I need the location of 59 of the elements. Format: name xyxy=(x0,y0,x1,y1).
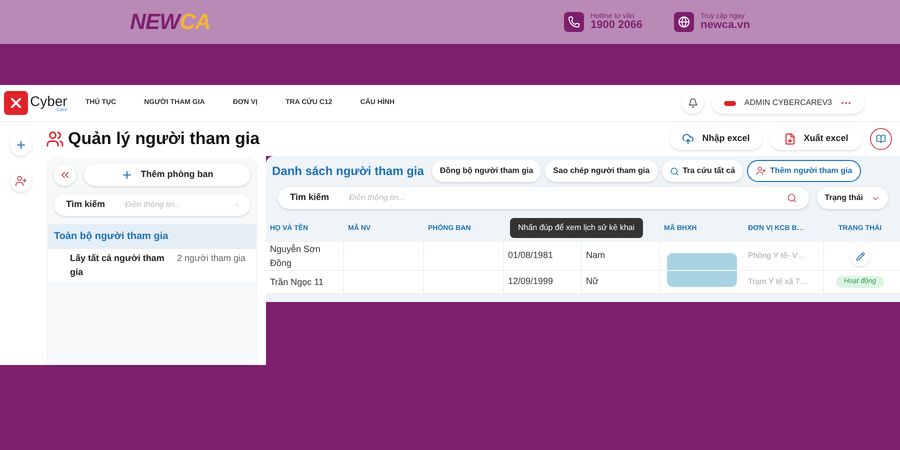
users-icon xyxy=(46,130,64,148)
phone-icon xyxy=(564,12,584,32)
add-user-button[interactable] xyxy=(10,170,32,192)
action-button[interactable]: Sao chép người tham gia xyxy=(545,160,658,182)
globe-icon xyxy=(674,12,694,32)
search-icon[interactable] xyxy=(786,193,797,203)
logo-text: NEW xyxy=(130,11,180,33)
status-filter[interactable]: Trạng thái xyxy=(816,187,888,209)
export-button[interactable]: Xuất excel xyxy=(770,128,862,150)
bell-icon xyxy=(688,98,698,108)
tree-child-item[interactable]: Lấy tất cả người tham gia 2 người tham gia xyxy=(48,249,256,281)
lookup-button[interactable]: Tra cứu tất cả xyxy=(662,160,744,182)
collapse-button[interactable] xyxy=(54,164,76,186)
table-cell-text: Nam xyxy=(586,249,606,262)
search-icon xyxy=(670,166,679,176)
table-cell: Phòng Y tế- V… xyxy=(748,250,806,262)
tree-item-count: 2 người tham gia xyxy=(177,252,246,265)
edit-button[interactable] xyxy=(850,246,870,266)
contact-value: 1900 2066 xyxy=(590,20,642,31)
tree-item[interactable]: Toàn bộ người tham gia xyxy=(48,224,256,249)
user-button[interactable]: ADMIN CYBERCAREV3 xyxy=(712,92,864,114)
search-field[interactable]: Tìm kiếm Điền thông tin... xyxy=(54,194,250,216)
table-row[interactable]: Nguyễn Sơn Đồng 01/08/1981 Nam Phòng Y tế- V… xyxy=(266,242,900,271)
tree-item-label: Lấy tất cả người tham gia xyxy=(70,252,165,279)
table-cell-text: Nữ xyxy=(586,275,599,288)
table-cell-text: Trần Ngọc 11 xyxy=(270,276,324,289)
search-input[interactable]: Điền thông tin... xyxy=(349,192,787,204)
logo-text: CA xyxy=(180,11,210,33)
user-logo-icon xyxy=(724,100,736,106)
book-icon xyxy=(876,134,886,144)
add-button[interactable] xyxy=(10,134,32,156)
search-label: Tìm kiếm xyxy=(66,198,106,212)
user-plus-icon xyxy=(756,166,766,176)
search-field[interactable]: Tìm kiếm Điền thông tin... xyxy=(278,187,809,209)
notification-button[interactable] xyxy=(682,92,704,114)
app-logo-icon xyxy=(4,91,28,115)
add-department-button[interactable]: Thêm phòng ban xyxy=(84,164,250,186)
page-title: Quản lý người tham gia xyxy=(68,128,260,150)
pencil-icon xyxy=(856,252,864,260)
table-cell-text: Nguyễn Sơn Đồng xyxy=(270,243,322,270)
action-button[interactable]: Đồng bộ người tham gia xyxy=(432,160,542,182)
contact-value: newca.vn xyxy=(700,20,750,31)
table-cell: Trạm Y tế xã T… xyxy=(748,276,808,288)
list-title: Danh sách người tham gia xyxy=(272,163,424,180)
app-logo-name: Cyber xyxy=(30,94,68,108)
add-participant-button[interactable]: Thêm người tham gia xyxy=(747,160,862,182)
plus-icon xyxy=(120,169,133,181)
file-download-icon xyxy=(784,133,796,145)
double-chevron-left-icon xyxy=(59,169,71,181)
table-cell-text: 12/09/1999 xyxy=(508,275,554,288)
import-button[interactable]: Nhập excel xyxy=(670,128,762,150)
user-plus-icon xyxy=(15,175,27,187)
search-label: Tìm kiếm xyxy=(290,191,330,204)
tooltip: Nhấn đúp để xem lịch sử kê khai xyxy=(510,218,643,238)
cloud-upload-icon xyxy=(682,133,694,145)
plus-icon xyxy=(15,139,27,151)
table-cell-text: 01/08/1981 xyxy=(508,249,554,262)
guide-button[interactable] xyxy=(870,128,892,150)
search-input[interactable]: Điền thông tin... xyxy=(125,199,236,211)
